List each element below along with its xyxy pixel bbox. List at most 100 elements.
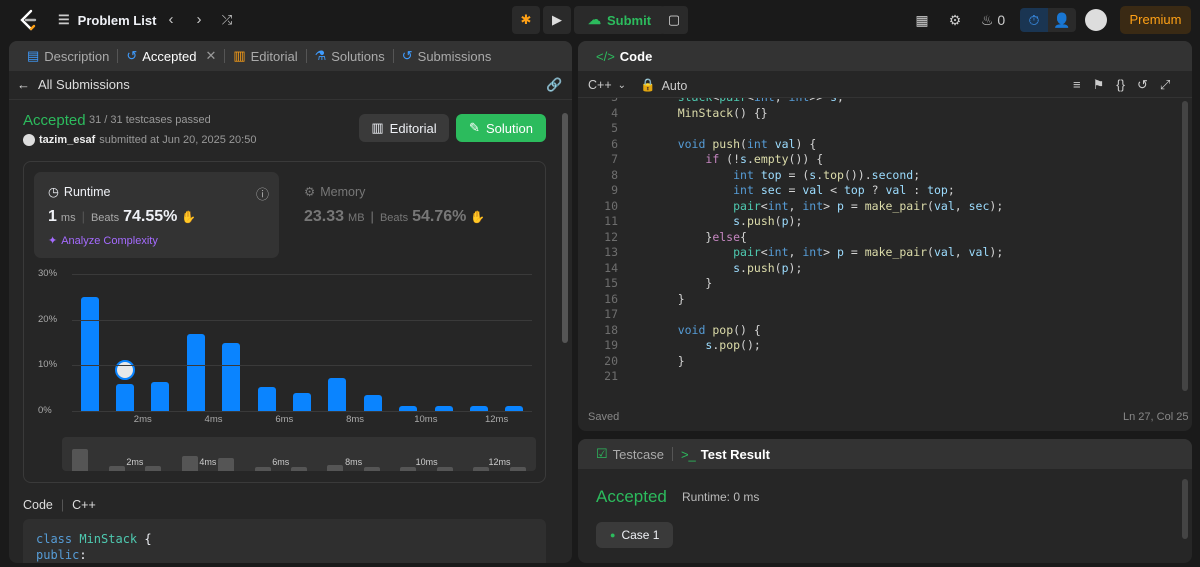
close-icon[interactable]: ✕ (205, 48, 216, 64)
code-line[interactable]: 13 pair<int, int> p = make_pair(val, val… (578, 245, 1178, 261)
code-body[interactable]: 3 stack<pair<int, int>> s;4 MinStack() {… (578, 98, 1178, 394)
line-content: } (650, 276, 713, 290)
streak-counter[interactable]: ♨ 0 (977, 8, 1009, 32)
code-line[interactable]: 16 } (578, 292, 1178, 308)
runtime-bar[interactable] (80, 296, 99, 411)
language-select[interactable]: C++ ⌄ (588, 78, 626, 92)
runtime-bar[interactable] (116, 383, 135, 411)
grid-line (72, 274, 532, 275)
tab-description[interactable]: ▤ Description (19, 41, 117, 71)
scrollbar[interactable] (562, 113, 568, 343)
notes-icon[interactable]: ▢ (660, 6, 688, 34)
solution-button[interactable]: ✎ Solution (456, 114, 546, 142)
avatar[interactable] (23, 134, 35, 146)
all-submissions-link[interactable]: ← All Submissions (17, 77, 130, 92)
memory-box[interactable]: ⚙ Memory (304, 184, 365, 200)
mini-bar (363, 467, 380, 471)
flame-icon: ♨ (980, 11, 994, 28)
tab-test-result[interactable]: >_ Test Result (673, 439, 778, 469)
code-line[interactable]: 10 pair<int, int> p = make_pair(val, sec… (578, 199, 1178, 215)
code-line[interactable]: 17 (578, 307, 1178, 323)
bookmark-icon[interactable]: ⚑ (1093, 77, 1105, 93)
tab-accepted[interactable]: ↺ Accepted ✕ (118, 41, 224, 71)
list-icon: ☰ (58, 12, 70, 27)
runtime-bar[interactable] (151, 382, 170, 411)
tab-editorial[interactable]: ▥ Editorial (225, 41, 305, 71)
test-runtime: Runtime: 0 ms (682, 490, 760, 504)
line-number: 12 (604, 229, 618, 244)
runtime-bar[interactable] (293, 392, 311, 411)
code-line[interactable]: 9 int sec = val < top ? val : top; (578, 183, 1178, 199)
runtime-bar[interactable] (257, 387, 276, 411)
x-tick-label: 12ms (484, 414, 509, 425)
submit-button[interactable]: ☁ Submit (574, 6, 666, 34)
runtime-box[interactable]: ◷ Runtime ⓘ 1 ms | Beats 74.55% ✋ ✦ Analyz… (34, 172, 279, 258)
auto-mode[interactable]: 🔒 Auto (640, 78, 687, 93)
runtime-bar[interactable] (222, 342, 241, 411)
x-tick-label: 10ms (414, 414, 438, 425)
gear-icon[interactable]: ⚙ (943, 8, 967, 32)
timer-icon[interactable]: ⏱ (1020, 8, 1048, 32)
line-number: 20 (604, 353, 618, 368)
runtime-bar[interactable] (328, 377, 347, 411)
code-line[interactable]: 6 void push(int val) { (578, 137, 1178, 153)
code-line[interactable]: 15 } (578, 276, 1178, 292)
tab-code[interactable]: </> Code (588, 41, 660, 71)
code-line[interactable]: 5 (578, 121, 1178, 137)
code-line[interactable]: 11 s.push(p); (578, 214, 1178, 230)
sparkle-icon: ✦ (48, 235, 58, 247)
avatar[interactable] (1085, 9, 1107, 31)
line-number: 15 (604, 276, 618, 290)
runtime-bar[interactable] (186, 334, 205, 411)
code-line[interactable]: 21 (578, 369, 1178, 385)
debug-icon[interactable]: ✱ (512, 6, 540, 34)
code-line[interactable]: 7 if (!s.empty()) { (578, 152, 1178, 168)
line-number: 8 (611, 167, 618, 182)
testcases-passed: 31 / 31 testcases passed (89, 114, 211, 126)
tab-submissions[interactable]: ↺ Submissions (394, 41, 500, 71)
scrollbar[interactable] (1182, 479, 1188, 539)
shuffle-icon[interactable]: ⤮ (217, 10, 237, 30)
tab-solutions[interactable]: ⚗ Solutions (307, 41, 393, 71)
x-tick-label: 6ms (275, 414, 294, 425)
info-icon[interactable]: ⓘ (256, 184, 269, 203)
share-link-icon[interactable]: 🔗 (546, 77, 562, 93)
reset-icon[interactable]: ↺ (1137, 77, 1148, 93)
tab-testcase[interactable]: ☑ Testcase (588, 439, 672, 469)
code-line[interactable]: 12 }else{ (578, 230, 1178, 246)
clock-icon: ◷ (48, 185, 59, 199)
analyze-complexity-button[interactable]: ✦ Analyze Complexity (48, 234, 158, 248)
code-line[interactable]: 19 s.pop(); (578, 338, 1178, 354)
code-line[interactable]: 14 s.push(p); (578, 261, 1178, 277)
problem-list-button[interactable]: ☰ Problem List (58, 12, 156, 28)
stats-card: ◷ Runtime ⓘ 1 ms | Beats 74.55% ✋ ✦ Analyz… (23, 161, 546, 483)
line-content: } (650, 353, 685, 368)
line-content (618, 121, 650, 137)
line-number: 13 (604, 245, 618, 259)
code-line[interactable]: 20 } (578, 354, 1178, 370)
line-content: pair<int, int> p = make_pair(val, sec); (733, 198, 1004, 213)
case-1-tab[interactable]: ● Case 1 (596, 522, 674, 548)
runtime-bar[interactable] (363, 394, 382, 411)
code-line[interactable]: 3 stack<pair<int, int>> s; (578, 98, 1178, 106)
code-line[interactable]: 4 MinStack() {} (578, 106, 1178, 122)
leetcode-logo[interactable] (18, 9, 38, 31)
line-number: 11 (604, 214, 618, 228)
line-content: pair<int, int> p = make_pair(val, val); (733, 245, 1004, 259)
braces-icon[interactable]: {} (1116, 77, 1125, 93)
format-icon[interactable]: ≡ (1073, 77, 1081, 93)
scrollbar[interactable] (1182, 101, 1188, 391)
run-icon[interactable]: ▶ (543, 6, 571, 34)
add-user-icon[interactable]: 👤 (1048, 8, 1076, 32)
line-number: 16 (604, 291, 618, 306)
range-selector[interactable]: 2ms 4ms 6ms 8ms 10ms 12ms (62, 437, 536, 471)
line-number: 18 (604, 322, 618, 337)
expand-icon[interactable]: ⤢ (1160, 77, 1170, 93)
code-line[interactable]: 18 void pop() { (578, 323, 1178, 339)
next-problem-icon[interactable]: › (189, 10, 209, 30)
prev-problem-icon[interactable]: ‹ (161, 10, 181, 30)
code-line[interactable]: 8 int top = (s.top()).second; (578, 168, 1178, 184)
layout-icon[interactable]: ▦ (910, 8, 934, 32)
premium-button[interactable]: Premium (1120, 6, 1191, 34)
editorial-button[interactable]: ▥ Editorial (359, 114, 449, 142)
